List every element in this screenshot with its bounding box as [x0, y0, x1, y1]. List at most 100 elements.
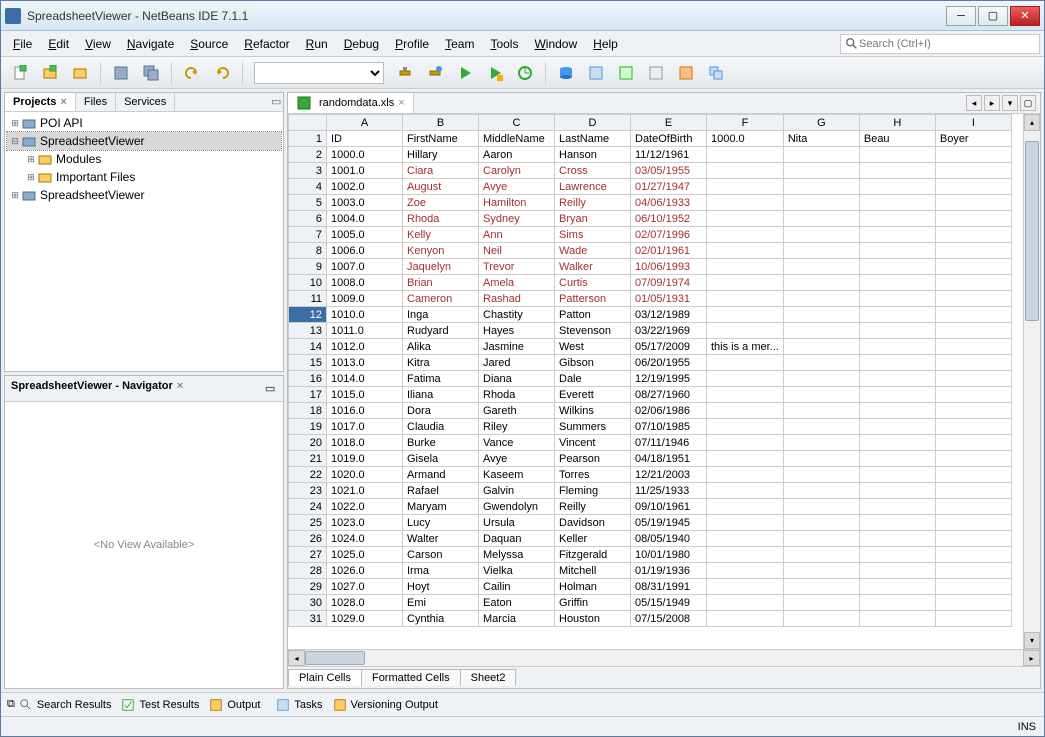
row-header[interactable]: 7: [289, 227, 327, 243]
cell[interactable]: [935, 563, 1011, 579]
cell[interactable]: [935, 579, 1011, 595]
projects-tree[interactable]: ⊞ POI API ⊟ SpreadsheetViewer ⊞ Modules: [5, 112, 283, 371]
cell[interactable]: [783, 371, 859, 387]
menu-team[interactable]: Team: [437, 34, 482, 54]
cell[interactable]: [859, 531, 935, 547]
cell[interactable]: 08/31/1991: [631, 579, 707, 595]
row-header[interactable]: 31: [289, 611, 327, 627]
cell[interactable]: 1029.0: [327, 611, 403, 627]
col-header-I[interactable]: I: [935, 115, 1011, 131]
cell[interactable]: [859, 211, 935, 227]
cell[interactable]: Armand: [403, 467, 479, 483]
cell[interactable]: Riley: [479, 419, 555, 435]
tool-btn-d[interactable]: [673, 60, 699, 86]
tree-node-spreadsheetviewer[interactable]: ⊟ SpreadsheetViewer: [7, 132, 281, 150]
cell[interactable]: [859, 179, 935, 195]
table-row[interactable]: 121010.0IngaChastityPatton03/12/1989: [289, 307, 1012, 323]
cell[interactable]: Avye: [479, 179, 555, 195]
cell[interactable]: [707, 291, 784, 307]
cell[interactable]: [859, 339, 935, 355]
cell[interactable]: Lucy: [403, 515, 479, 531]
menu-debug[interactable]: Debug: [336, 34, 387, 54]
row-header[interactable]: 10: [289, 275, 327, 291]
cell[interactable]: [935, 307, 1011, 323]
cell[interactable]: [783, 211, 859, 227]
cell[interactable]: Sims: [555, 227, 631, 243]
cell[interactable]: [935, 531, 1011, 547]
cell[interactable]: [783, 563, 859, 579]
cell[interactable]: 1007.0: [327, 259, 403, 275]
cell[interactable]: 1008.0: [327, 275, 403, 291]
row-header[interactable]: 6: [289, 211, 327, 227]
cell[interactable]: [707, 451, 784, 467]
row-header[interactable]: 30: [289, 595, 327, 611]
scroll-thumb[interactable]: [1025, 141, 1039, 321]
save-all-button[interactable]: [138, 60, 164, 86]
cell[interactable]: Zoe: [403, 195, 479, 211]
row-header[interactable]: 9: [289, 259, 327, 275]
cell[interactable]: [935, 595, 1011, 611]
cell[interactable]: [935, 483, 1011, 499]
cell[interactable]: [707, 403, 784, 419]
cell[interactable]: [707, 563, 784, 579]
table-row[interactable]: 221020.0ArmandKaseemTorres12/21/2003: [289, 467, 1012, 483]
cell[interactable]: Kitra: [403, 355, 479, 371]
close-icon[interactable]: ×: [398, 97, 404, 109]
col-header-C[interactable]: C: [479, 115, 555, 131]
cell[interactable]: 1000.0: [327, 147, 403, 163]
cell[interactable]: Cross: [555, 163, 631, 179]
cell[interactable]: [935, 211, 1011, 227]
cell[interactable]: MiddleName: [479, 131, 555, 147]
cell[interactable]: [783, 547, 859, 563]
table-row[interactable]: 171015.0IlianaRhodaEverett08/27/1960: [289, 387, 1012, 403]
cell[interactable]: [783, 291, 859, 307]
cell[interactable]: Bryan: [555, 211, 631, 227]
scroll-track[interactable]: [1024, 131, 1040, 632]
row-header[interactable]: 2: [289, 147, 327, 163]
cell[interactable]: Gisela: [403, 451, 479, 467]
bottom-tab-versioning-output[interactable]: Versioning Output: [333, 698, 438, 712]
save-button[interactable]: [108, 60, 134, 86]
cell[interactable]: 1009.0: [327, 291, 403, 307]
tab-scroll-right-button[interactable]: ▸: [984, 95, 1000, 111]
cell[interactable]: 05/15/1949: [631, 595, 707, 611]
cell[interactable]: this is a mer...: [707, 339, 784, 355]
cell[interactable]: Rhoda: [479, 387, 555, 403]
cell[interactable]: 1013.0: [327, 355, 403, 371]
cell[interactable]: 1017.0: [327, 419, 403, 435]
cell[interactable]: Rudyard: [403, 323, 479, 339]
vertical-scrollbar[interactable]: ▴ ▾: [1023, 114, 1040, 649]
cell[interactable]: Ciara: [403, 163, 479, 179]
cell[interactable]: Reilly: [555, 195, 631, 211]
table-row[interactable]: 91007.0JaquelynTrevorWalker10/06/1993: [289, 259, 1012, 275]
cell[interactable]: [859, 227, 935, 243]
menu-file[interactable]: File: [5, 34, 40, 54]
cell[interactable]: FirstName: [403, 131, 479, 147]
cell[interactable]: Walker: [555, 259, 631, 275]
cell[interactable]: [935, 339, 1011, 355]
cell[interactable]: Vincent: [555, 435, 631, 451]
cell[interactable]: [859, 451, 935, 467]
cell[interactable]: [783, 147, 859, 163]
cell[interactable]: Alika: [403, 339, 479, 355]
cell[interactable]: [935, 467, 1011, 483]
cell[interactable]: [707, 387, 784, 403]
cell[interactable]: 05/17/2009: [631, 339, 707, 355]
corner-cell[interactable]: [289, 115, 327, 131]
expand-icon[interactable]: ⊞: [25, 154, 37, 165]
cell[interactable]: [783, 339, 859, 355]
minimize-button[interactable]: ─: [946, 6, 976, 26]
cell[interactable]: [707, 259, 784, 275]
cell[interactable]: Beau: [859, 131, 935, 147]
redo-button[interactable]: [209, 60, 235, 86]
cell[interactable]: [859, 163, 935, 179]
cell[interactable]: [859, 435, 935, 451]
new-project-button[interactable]: [37, 60, 63, 86]
clean-build-button[interactable]: [422, 60, 448, 86]
cell[interactable]: 1025.0: [327, 547, 403, 563]
table-row[interactable]: 41002.0AugustAvyeLawrence01/27/1947: [289, 179, 1012, 195]
cell[interactable]: [935, 499, 1011, 515]
cell[interactable]: [859, 275, 935, 291]
cell[interactable]: DateOfBirth: [631, 131, 707, 147]
cell[interactable]: Hoyt: [403, 579, 479, 595]
